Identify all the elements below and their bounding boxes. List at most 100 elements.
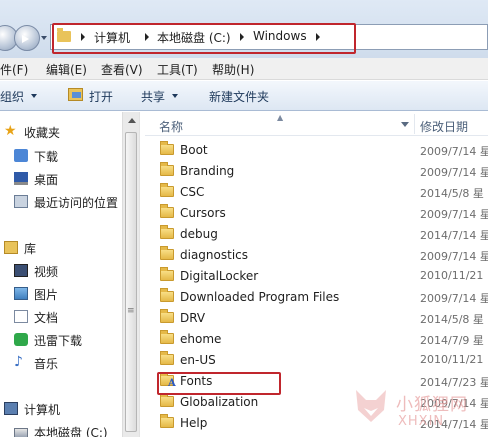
star-icon: ★ [4, 123, 17, 139]
fonts-highlight-box [157, 372, 281, 395]
navigation-pane: ★ 收藏夹 下载 桌面 最近访问的位置 库 视频 图片 文档 迅雷下载 ♪ 音乐… [0, 112, 139, 437]
recent-places-icon [14, 195, 28, 208]
file-name: diagnostics [180, 248, 249, 262]
watermark-subtext: XHXIN [398, 414, 445, 429]
file-date: 2009/7/14 星 [420, 208, 488, 221]
download-icon [14, 149, 28, 162]
video-icon [14, 264, 28, 277]
file-row[interactable]: CSC 2014/5/8 星 [145, 182, 488, 203]
nav-libraries[interactable]: 库 [24, 240, 36, 257]
file-name: Help [180, 416, 208, 430]
nav-videos[interactable]: 视频 [34, 263, 58, 280]
menu-bar: 件(F) 编辑(E) 查看(V) 工具(T) 帮助(H) [0, 58, 488, 80]
column-divider[interactable] [414, 114, 415, 134]
file-row[interactable]: debug 2014/7/14 星 [145, 224, 488, 245]
file-date: 2009/7/14 星 [420, 166, 488, 179]
nav-recent[interactable]: 最近访问的位置 [34, 194, 118, 211]
open-button[interactable]: 打开 [89, 88, 113, 105]
chevron-down-icon [31, 94, 37, 98]
folder-icon [160, 330, 174, 344]
menu-help[interactable]: 帮助(H) [212, 61, 254, 78]
organize-button[interactable]: 组织 [0, 88, 24, 105]
file-name: Globalization [180, 395, 259, 409]
chevron-down-icon [172, 94, 178, 98]
menu-edit[interactable]: 编辑(E) [46, 61, 87, 78]
file-date: 2010/11/21 [420, 269, 484, 282]
nav-downloads[interactable]: 下载 [34, 148, 58, 165]
file-row[interactable]: Boot 2009/7/14 星 [145, 140, 488, 161]
picture-icon [14, 287, 28, 300]
folder-icon [160, 414, 174, 428]
nav-desktop[interactable]: 桌面 [34, 171, 58, 188]
xunlei-icon [14, 333, 28, 346]
menu-view[interactable]: 查看(V) [101, 61, 143, 78]
column-date-header[interactable]: 修改日期 [420, 118, 468, 135]
open-icon [68, 88, 83, 101]
file-name: Cursors [180, 206, 226, 220]
folder-icon [160, 393, 174, 407]
nav-local-disk[interactable]: 本地磁盘 (C:) [34, 424, 108, 437]
music-note-icon: ♪ [14, 354, 23, 370]
column-name-header[interactable]: 名称 [159, 118, 183, 135]
file-name: DigitalLocker [180, 269, 259, 283]
address-bar-area: 计算机 本地磁盘 (C:) Windows [0, 0, 488, 58]
forward-button[interactable] [14, 25, 40, 51]
folder-icon [160, 351, 174, 365]
nav-xunlei[interactable]: 迅雷下载 [34, 332, 82, 349]
file-date: 2014/7/23 星 [420, 376, 488, 389]
folder-icon [160, 246, 174, 260]
folder-icon [160, 162, 174, 176]
file-date: 2014/5/8 星 [420, 187, 484, 200]
library-icon [4, 241, 18, 254]
document-icon [14, 310, 28, 323]
file-name: ehome [180, 332, 222, 346]
file-name: CSC [180, 185, 205, 199]
share-button[interactable]: 共享 [141, 88, 165, 105]
grip-icon: ≡ [127, 306, 135, 316]
file-date: 2009/7/14 星 [420, 145, 488, 158]
address-highlight-box [52, 23, 356, 54]
column-header: 名称 ▲ 修改日期 [145, 112, 488, 136]
watermark-text: 小狐狸网 [396, 395, 468, 415]
file-row[interactable]: diagnostics 2009/7/14 星 [145, 245, 488, 266]
file-date: 2010/11/21 [420, 353, 484, 366]
nav-scrollbar[interactable]: ≡ [122, 112, 139, 437]
file-row[interactable]: Branding 2009/7/14 星 [145, 161, 488, 182]
file-row[interactable]: Cursors 2009/7/14 星 [145, 203, 488, 224]
menu-tools[interactable]: 工具(T) [157, 61, 198, 78]
folder-icon [160, 225, 174, 239]
file-date: 2009/7/14 星 [420, 292, 488, 305]
folder-icon [160, 267, 174, 281]
file-row[interactable]: DRV 2014/5/8 星 [145, 308, 488, 329]
file-name: debug [180, 227, 218, 241]
new-folder-button[interactable]: 新建文件夹 [209, 88, 269, 105]
folder-icon [160, 288, 174, 302]
sort-arrow-icon: ▲ [277, 113, 284, 122]
file-row[interactable]: DigitalLocker 2010/11/21 [145, 266, 488, 287]
nav-documents[interactable]: 文档 [34, 309, 58, 326]
nav-music[interactable]: 音乐 [34, 355, 58, 372]
recent-pages-chevron-icon[interactable] [41, 36, 47, 40]
drive-icon [14, 428, 28, 437]
file-name: Downloaded Program Files [180, 290, 340, 304]
file-row[interactable]: Downloaded Program Files 2009/7/14 星 [145, 287, 488, 308]
file-date: 2014/7/9 星 [420, 334, 484, 347]
scroll-thumb[interactable] [125, 132, 137, 432]
nav-computer[interactable]: 计算机 [24, 401, 60, 418]
file-row[interactable]: en-US 2010/11/21 [145, 350, 488, 371]
file-date: 2014/5/8 星 [420, 313, 484, 326]
file-name: Boot [180, 143, 208, 157]
file-name: DRV [180, 311, 206, 325]
filter-dropdown-icon[interactable] [401, 122, 409, 127]
menu-file[interactable]: 件(F) [0, 61, 28, 78]
file-name: en-US [180, 353, 216, 367]
folder-icon [160, 183, 174, 197]
nav-pictures[interactable]: 图片 [34, 286, 58, 303]
file-row[interactable]: ehome 2014/7/9 星 [145, 329, 488, 350]
file-name: Branding [180, 164, 235, 178]
fox-logo-icon [356, 390, 386, 422]
computer-icon [4, 402, 18, 415]
forward-arrow-icon [22, 35, 29, 43]
nav-favorites[interactable]: 收藏夹 [24, 124, 60, 141]
scroll-up-icon[interactable] [128, 118, 136, 123]
